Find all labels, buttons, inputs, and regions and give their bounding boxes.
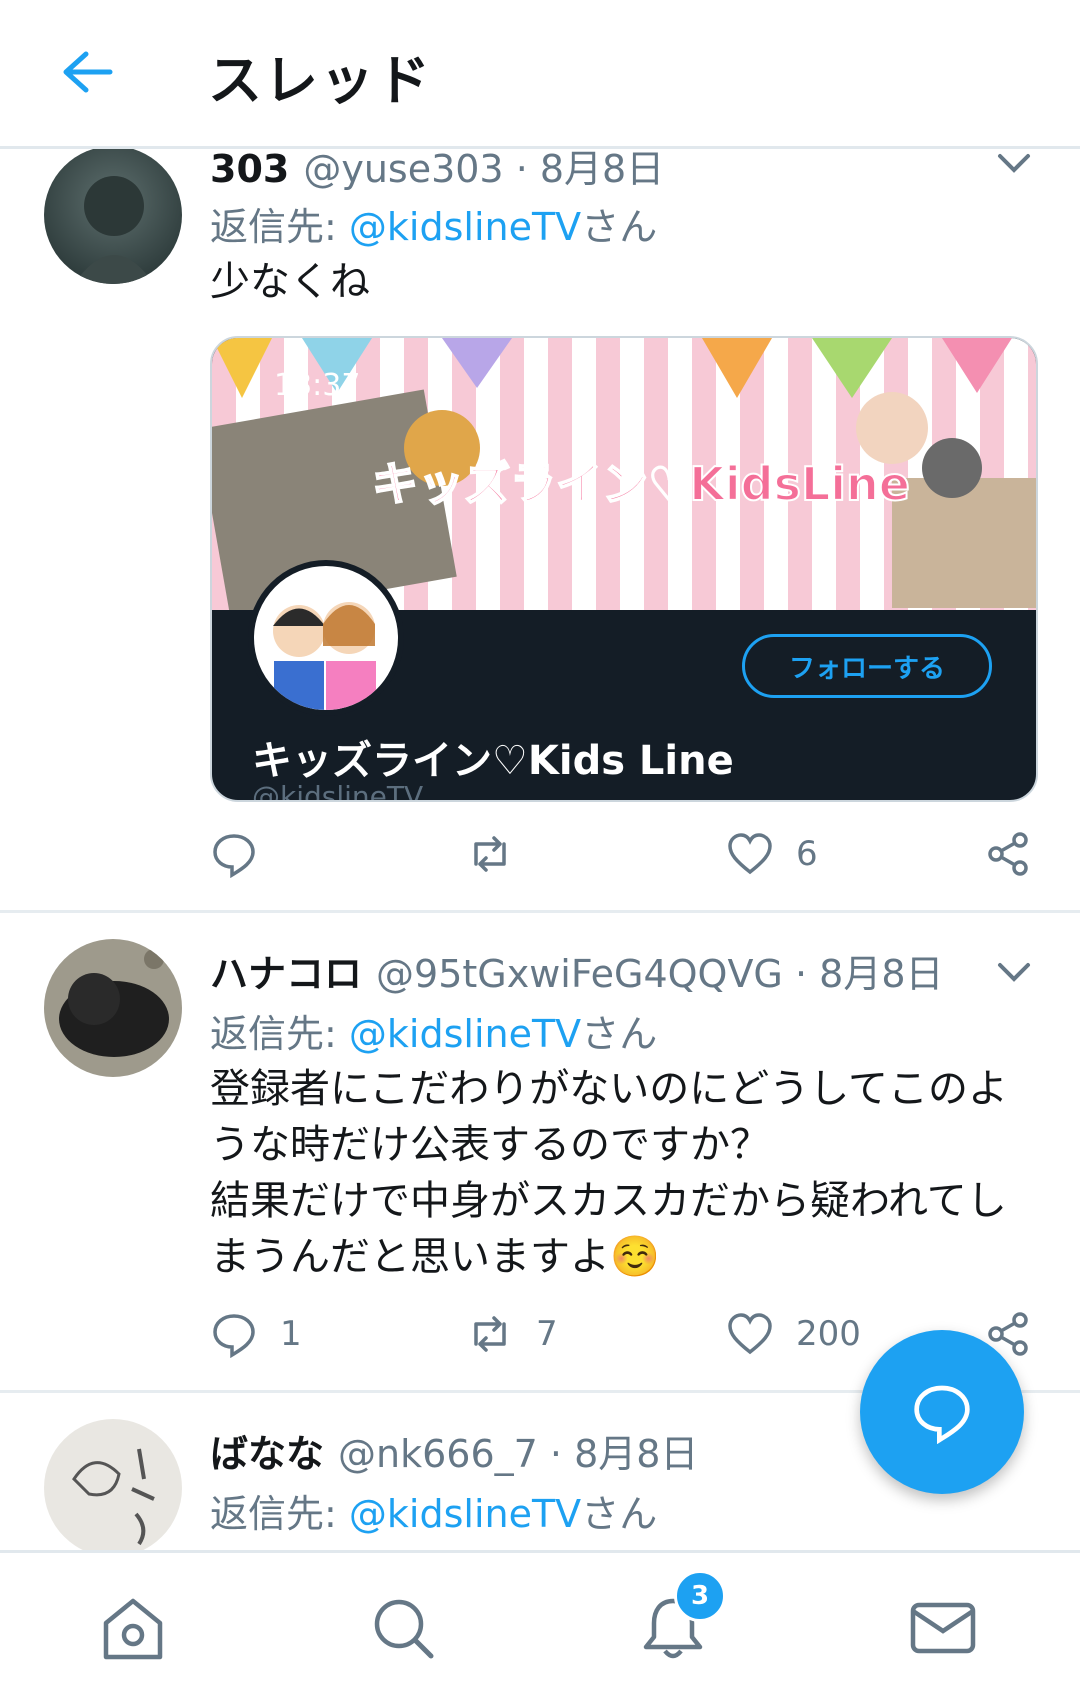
share-icon[interactable] [984, 830, 1032, 878]
reply-count: 1 [280, 1314, 302, 1354]
tweet-text: 登録者にこだわりがないのにどうしてこのような時だけ公表するのですか？ 結果だけで… [210, 1066, 1008, 1280]
tweet-meta: 303 @yuse303 · 8月8日 [210, 147, 665, 191]
avatar[interactable] [44, 939, 182, 1077]
user-name[interactable]: 303 [210, 147, 289, 191]
retweet-action[interactable] [466, 830, 536, 878]
tweet-date: 8月8日 [539, 147, 665, 191]
retweet-icon [474, 1316, 506, 1352]
tweet-meta: ハナコロ @95tGxwiFeG4QQVG · 8月8日 [210, 952, 944, 996]
card-follow-button[interactable]: フォローする [742, 634, 992, 698]
retweet-count: 7 [536, 1314, 558, 1354]
retweet-icon [474, 836, 506, 872]
page-title: スレッド [208, 49, 432, 112]
compose-reply-button[interactable] [860, 1330, 1024, 1494]
reply-mention-link[interactable]: @kidslineTV [349, 1012, 581, 1056]
reply-mention-link[interactable]: @kidslineTV [349, 1492, 581, 1536]
card-handle: @kidslineTV [252, 780, 424, 802]
search-icon[interactable] [368, 1593, 438, 1663]
card-display-name: キッズライン♡Kids Line [252, 738, 734, 784]
tweet-meta: ばなな @nk666_7 · 8月8日 [210, 1432, 699, 1476]
reply-to-line: 返信先: @kidslineTVさん [210, 1483, 657, 1538]
card-banner-title: キッズライン♡KidsLine [371, 456, 911, 512]
reply-suffix: さん [581, 1492, 658, 1536]
user-handle: @nk666_7 [338, 1432, 538, 1476]
card-clock-text: 13:37 [274, 368, 361, 403]
reply-prefix: 返信先: [210, 1012, 337, 1056]
user-handle: @95tGxwiFeG4QQVG [376, 952, 783, 996]
reply-action[interactable]: 1 [210, 1310, 302, 1358]
heart-icon [728, 833, 772, 875]
reply-prefix: 返信先: [210, 1492, 337, 1536]
like-count: 200 [796, 1314, 861, 1354]
reply-mention-link[interactable]: @kidslineTV [349, 205, 581, 249]
retweet-action[interactable]: 7 [466, 1310, 558, 1358]
chevron-down-icon[interactable] [996, 152, 1032, 176]
messages-mail-icon[interactable] [908, 1593, 978, 1663]
tweet-date: 8月8日 [574, 1432, 699, 1476]
reply-prefix: 返信先: [210, 205, 337, 249]
reply-to-line: 返信先: @kidslineTVさん [210, 196, 657, 251]
like-action[interactable]: 6 [726, 830, 818, 878]
reply-suffix: さん [581, 205, 658, 249]
top-bar: スレッド [0, 0, 1080, 149]
user-handle: @yuse303 [303, 147, 504, 191]
heart-icon [728, 1313, 772, 1355]
tweet-date: 8月8日 [819, 952, 944, 996]
profile-card[interactable]: 13:37 キッズライン♡KidsLine フォローする キッズライン♡Kids… [210, 336, 1038, 802]
like-action[interactable]: 200 [726, 1310, 861, 1358]
reply-icon [213, 834, 255, 878]
back-arrow-icon[interactable] [60, 50, 114, 94]
like-count: 6 [796, 834, 818, 874]
bottom-tab-bar [0, 1550, 1080, 1704]
card-avatar [248, 560, 404, 716]
avatar[interactable] [44, 146, 182, 284]
reply-action[interactable] [210, 830, 280, 878]
user-name[interactable]: ハナコロ [210, 952, 362, 996]
tweet-text: 少なくね [210, 259, 370, 305]
reply-suffix: さん [581, 1012, 658, 1056]
user-name[interactable]: ばなな [210, 1432, 324, 1476]
reply-to-line: 返信先: @kidslineTVさん [210, 1003, 657, 1058]
notification-count-badge: 3 [674, 1570, 726, 1622]
reply-icon [213, 1314, 255, 1358]
home-icon[interactable] [98, 1593, 168, 1663]
reply-bubble-icon [914, 1385, 970, 1444]
avatar[interactable] [44, 1419, 182, 1550]
chevron-down-icon[interactable] [996, 961, 1032, 985]
